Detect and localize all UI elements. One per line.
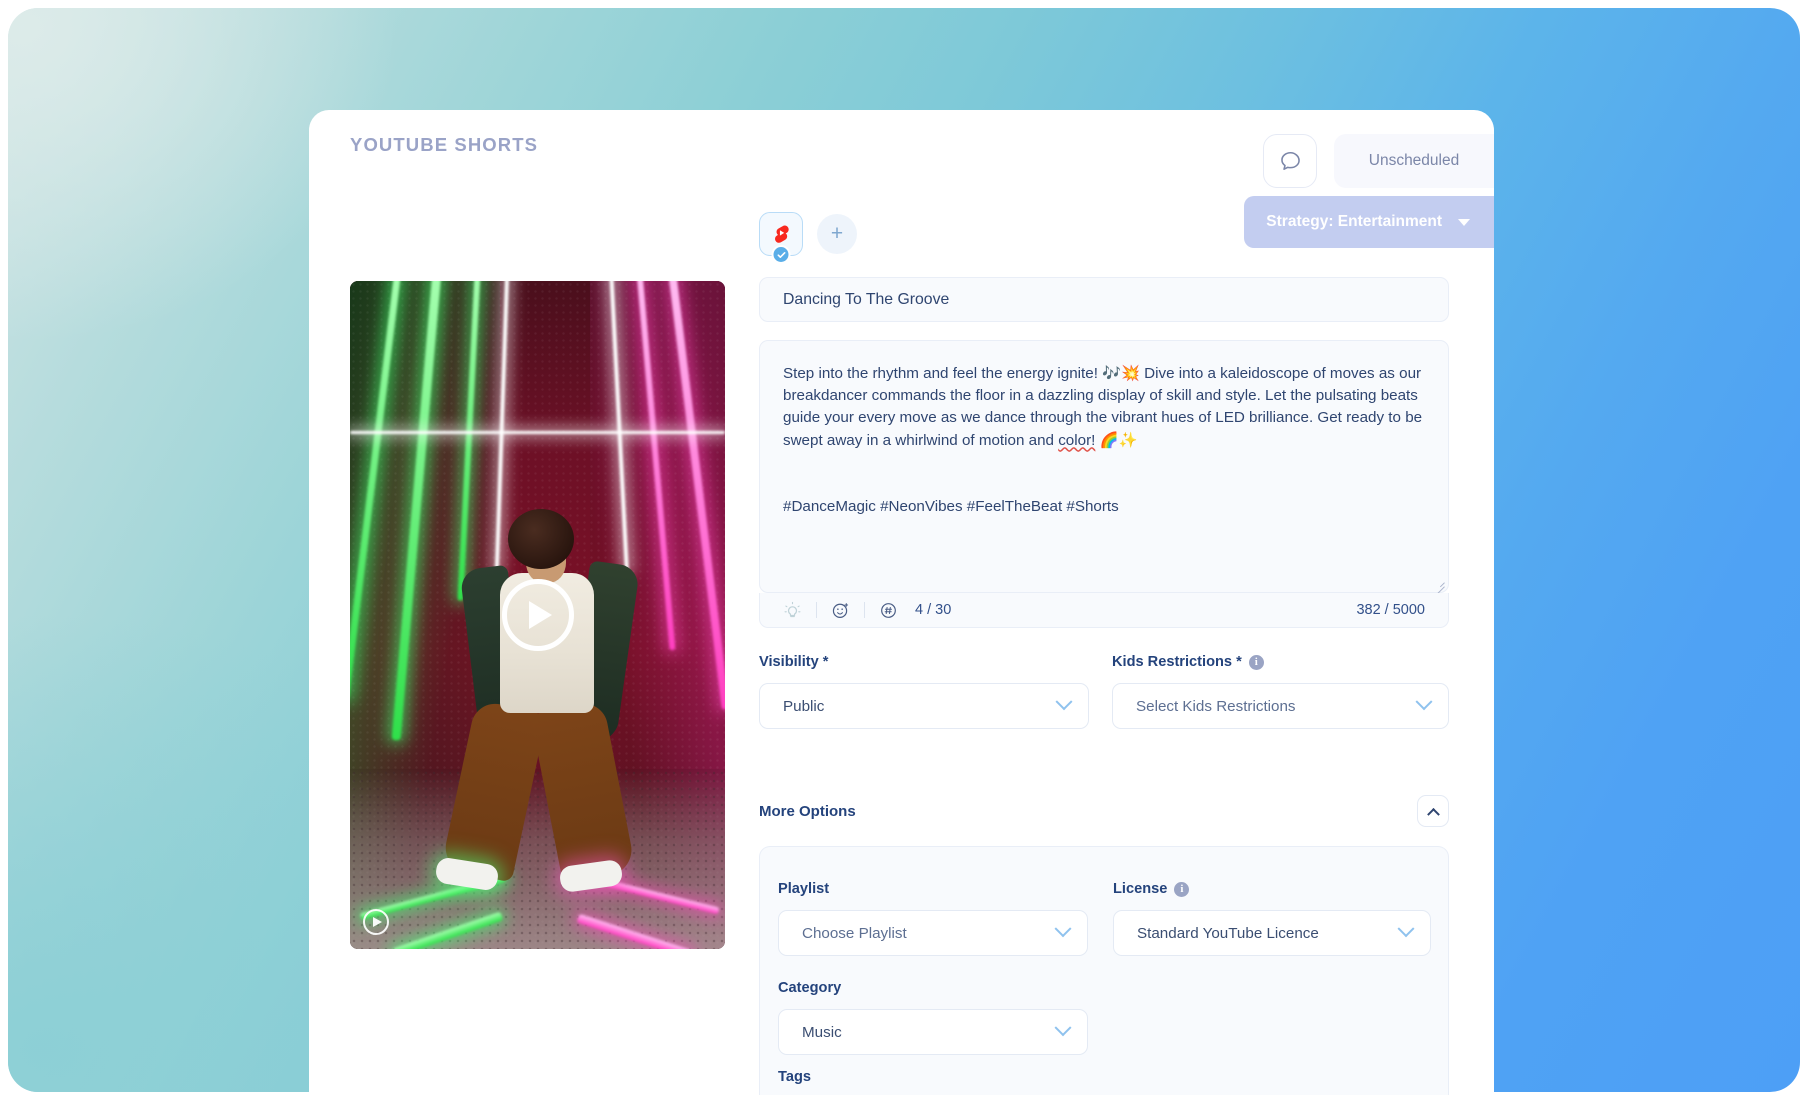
post-editor-card: YOUTUBE SHORTS Unscheduled <box>309 110 1494 1095</box>
toolbar-divider <box>816 602 817 618</box>
platform-chip-youtube-shorts[interactable] <box>759 212 803 256</box>
comments-button[interactable] <box>1263 134 1317 188</box>
post-title-input[interactable]: Dancing To The Groove <box>759 277 1449 322</box>
playlist-label-text: Playlist <box>778 881 829 897</box>
playlist-label: Playlist <box>778 881 1088 897</box>
description-part-2: 🌈✨ <box>1095 432 1137 449</box>
plus-icon: + <box>831 222 843 246</box>
kids-restrictions-value: Select Kids Restrictions <box>1136 698 1296 715</box>
description-toolbar: 4 / 30 382 / 5000 <box>759 593 1449 628</box>
more-options-label[interactable]: More Options <box>759 803 856 820</box>
neon-strip <box>350 431 725 434</box>
kids-restrictions-label-text: Kids Restrictions * <box>1112 654 1242 670</box>
emoji-picker-button[interactable] <box>831 601 850 620</box>
chevron-down-icon <box>1055 920 1072 937</box>
platform-selected-badge <box>772 245 791 264</box>
video-preview[interactable] <box>350 281 725 949</box>
playlist-value: Choose Playlist <box>802 925 907 942</box>
playlist-field: Playlist Choose Playlist <box>778 881 1088 956</box>
description-misspelled-word: color! <box>1058 432 1095 449</box>
check-icon <box>776 250 786 260</box>
hashtag-button[interactable] <box>879 601 898 620</box>
kids-restrictions-label: Kids Restrictions * i <box>1112 654 1449 670</box>
license-select[interactable]: Standard YouTube Licence <box>1113 910 1431 956</box>
strategy-selector[interactable]: Strategy: Entertainment <box>1244 196 1494 248</box>
chevron-down-icon <box>1398 920 1415 937</box>
kids-restrictions-field: Kids Restrictions * i Select Kids Restri… <box>1112 654 1449 729</box>
visibility-value: Public <box>783 698 824 715</box>
post-description-textarea[interactable]: Step into the rhythm and feel the energy… <box>759 340 1449 593</box>
dancer-figure <box>508 509 574 569</box>
more-options-collapse-button[interactable] <box>1417 795 1449 827</box>
textarea-resize-handle[interactable] <box>1433 577 1445 589</box>
visibility-label: Visibility * <box>759 654 1089 670</box>
tags-label: Tags <box>778 1069 1431 1085</box>
hashtag-counter: 4 / 30 <box>915 602 951 618</box>
category-value: Music <box>802 1024 842 1041</box>
schedule-status-chip[interactable]: Unscheduled <box>1334 134 1494 188</box>
character-counter: 382 / 5000 <box>1356 602 1425 618</box>
schedule-status-label: Unscheduled <box>1369 152 1459 170</box>
page-title: YOUTUBE SHORTS <box>350 134 538 156</box>
chevron-down-icon <box>1416 693 1433 710</box>
info-icon[interactable]: i <box>1249 655 1264 670</box>
tags-field: Tags Write tags 0/500 <box>778 1069 1431 1095</box>
strategy-label: Strategy: Entertainment <box>1266 213 1442 231</box>
license-field: License i Standard YouTube Licence <box>1113 881 1431 956</box>
visibility-field: Visibility * Public <box>759 654 1089 729</box>
post-title-value: Dancing To The Groove <box>783 291 949 309</box>
play-icon <box>529 601 552 629</box>
license-label: License i <box>1113 881 1431 897</box>
hashtag-icon <box>879 601 898 620</box>
visibility-label-text: Visibility * <box>759 654 828 670</box>
visibility-select[interactable]: Public <box>759 683 1089 729</box>
play-button[interactable] <box>502 579 574 651</box>
add-platform-button[interactable]: + <box>817 214 857 254</box>
tags-label-text: Tags <box>778 1069 811 1085</box>
category-label: Category <box>778 980 1088 996</box>
more-options-header: More Options <box>759 791 1449 831</box>
post-hashtags: #DanceMagic #NeonVibes #FeelTheBeat #Sho… <box>783 498 1119 515</box>
platform-selector-row: + <box>759 212 857 256</box>
category-field: Category Music <box>778 980 1088 1055</box>
video-floor-texture <box>350 769 725 949</box>
license-label-text: License <box>1113 881 1167 897</box>
category-label-text: Category <box>778 980 841 996</box>
youtube-shorts-icon <box>770 223 792 245</box>
chat-bubble-icon <box>1278 149 1303 174</box>
chevron-up-icon <box>1427 807 1440 820</box>
chevron-down-icon <box>1458 219 1470 226</box>
license-value: Standard YouTube Licence <box>1137 925 1319 942</box>
playlist-select[interactable]: Choose Playlist <box>778 910 1088 956</box>
emoji-smiley-icon <box>831 601 850 620</box>
chevron-down-icon <box>1055 1019 1072 1036</box>
video-play-control[interactable] <box>363 909 389 935</box>
toolbar-divider <box>864 602 865 618</box>
category-select[interactable]: Music <box>778 1009 1088 1055</box>
info-icon[interactable]: i <box>1174 882 1189 897</box>
post-description-value: Step into the rhythm and feel the energy… <box>783 363 1425 518</box>
card-body: Strategy: Entertainment + <box>309 196 1494 1095</box>
ai-idea-button[interactable] <box>783 601 802 620</box>
play-icon <box>373 917 382 927</box>
card-header: YOUTUBE SHORTS Unscheduled <box>309 110 1494 196</box>
post-form: Strategy: Entertainment + <box>759 196 1494 1095</box>
chevron-down-icon <box>1056 693 1073 710</box>
more-options-panel: Playlist Choose Playlist License i Stand… <box>759 846 1449 1095</box>
kids-restrictions-select[interactable]: Select Kids Restrictions <box>1112 683 1449 729</box>
lightbulb-icon <box>783 601 802 620</box>
